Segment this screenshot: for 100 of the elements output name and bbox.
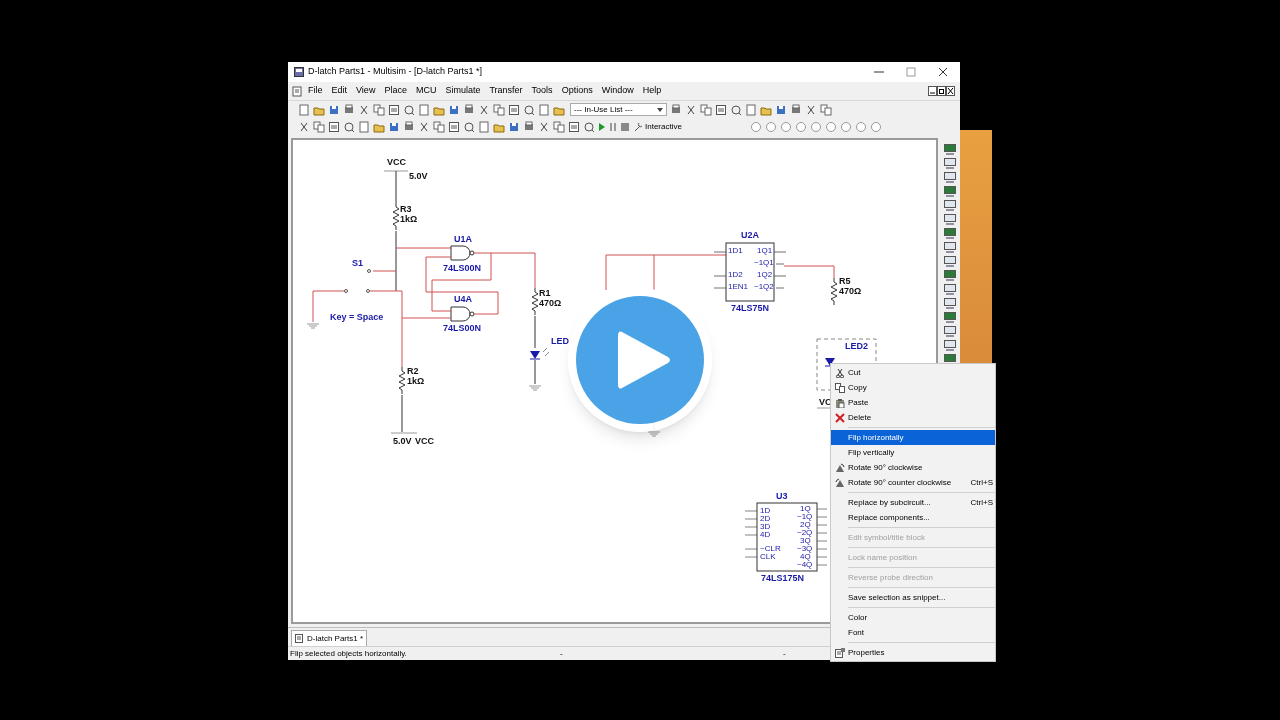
menu-item[interactable]: MCU xyxy=(411,84,441,98)
context-menu-item[interactable]: Replace by subcircuit... Ctrl+S xyxy=(831,495,995,510)
instrument-icon[interactable] xyxy=(944,326,956,338)
instrument-icon[interactable] xyxy=(944,312,956,324)
tool-icon[interactable] xyxy=(403,121,415,133)
in-use-list-dropdown[interactable]: --- In-Use List --- xyxy=(570,103,667,116)
tool-icon[interactable] xyxy=(478,103,490,116)
tool-icon[interactable] xyxy=(523,103,535,116)
probe-icon[interactable] xyxy=(854,121,867,133)
menu-item[interactable]: Tools xyxy=(527,84,557,98)
context-menu-item[interactable]: Properties xyxy=(831,645,995,660)
mdi-controls-icon[interactable] xyxy=(928,86,956,96)
tool-icon[interactable] xyxy=(328,121,340,133)
instrument-icon[interactable] xyxy=(944,158,956,170)
probe-icon[interactable] xyxy=(749,121,762,133)
tool-icon[interactable] xyxy=(820,103,832,116)
context-menu-item[interactable]: Flip horizontally xyxy=(831,430,995,445)
tool-icon[interactable] xyxy=(715,103,727,116)
instrument-icon[interactable] xyxy=(944,172,956,184)
instrument-icon[interactable] xyxy=(944,214,956,226)
tool-icon[interactable] xyxy=(358,103,370,116)
tool-icon[interactable] xyxy=(553,121,565,133)
instrument-icon[interactable] xyxy=(944,284,956,296)
tool-icon[interactable] xyxy=(358,121,370,133)
tool-icon[interactable] xyxy=(508,121,520,133)
tool-icon[interactable] xyxy=(775,103,787,116)
tool-icon[interactable] xyxy=(433,121,445,133)
tool-icon[interactable] xyxy=(538,103,550,116)
close-icon[interactable] xyxy=(938,67,948,77)
instrument-icon[interactable] xyxy=(944,256,956,268)
run-icon[interactable] xyxy=(598,122,606,132)
tool-icon[interactable] xyxy=(685,103,697,116)
context-menu-item[interactable]: Rotate 90° counter clockwise Ctrl+S xyxy=(831,475,995,490)
context-menu-item[interactable]: Paste xyxy=(831,395,995,410)
menu-item[interactable]: Help xyxy=(638,84,666,98)
stop-icon[interactable] xyxy=(620,122,630,132)
instrument-icon[interactable] xyxy=(944,340,956,352)
menu-item[interactable]: Edit xyxy=(327,84,352,98)
tool-icon[interactable] xyxy=(298,121,310,133)
tool-icon[interactable] xyxy=(493,103,505,116)
probe-icon[interactable] xyxy=(839,121,852,133)
instrument-icon[interactable] xyxy=(944,228,956,240)
tool-icon[interactable] xyxy=(493,121,505,133)
context-menu-item[interactable]: Cut xyxy=(831,365,995,380)
menu-item[interactable]: Simulate xyxy=(441,84,485,98)
tool-icon[interactable] xyxy=(343,103,355,116)
context-menu-item[interactable]: Font xyxy=(831,625,995,640)
tool-icon[interactable] xyxy=(448,103,460,116)
tool-icon[interactable] xyxy=(538,121,550,133)
probe-icon[interactable] xyxy=(824,121,837,133)
tool-icon[interactable] xyxy=(388,121,400,133)
probe-icon[interactable] xyxy=(764,121,777,133)
tool-icon[interactable] xyxy=(343,121,355,133)
tool-icon[interactable] xyxy=(463,103,475,116)
probe-icon[interactable] xyxy=(794,121,807,133)
tool-icon[interactable] xyxy=(448,121,460,133)
tool-icon[interactable] xyxy=(523,121,535,133)
tool-icon[interactable] xyxy=(805,103,817,116)
instrument-icon[interactable] xyxy=(944,200,956,212)
context-menu-item[interactable]: Delete xyxy=(831,410,995,425)
tool-icon[interactable] xyxy=(700,103,712,116)
menu-item[interactable]: File xyxy=(304,84,327,98)
context-menu-item[interactable]: Save selection as snippet... xyxy=(831,590,995,605)
tool-icon[interactable] xyxy=(730,103,742,116)
probe-icon[interactable] xyxy=(779,121,792,133)
instrument-icon[interactable] xyxy=(944,144,956,156)
menu-item[interactable]: Transfer xyxy=(485,84,527,98)
menu-item[interactable]: Place xyxy=(380,84,411,98)
tool-icon[interactable] xyxy=(418,121,430,133)
context-menu-item[interactable]: Copy xyxy=(831,380,995,395)
document-tab[interactable]: D-latch Parts1 * xyxy=(291,630,368,646)
tool-icon[interactable] xyxy=(463,121,475,133)
interactive-mode-button[interactable]: Interactive xyxy=(633,121,682,133)
probe-icon[interactable] xyxy=(869,121,882,133)
context-menu-item[interactable]: Rotate 90° clockwise xyxy=(831,460,995,475)
tool-icon[interactable] xyxy=(790,103,802,116)
tool-icon[interactable] xyxy=(478,121,490,133)
probe-icon[interactable] xyxy=(809,121,822,133)
instrument-icon[interactable] xyxy=(944,298,956,310)
tool-icon[interactable] xyxy=(328,103,340,116)
tool-icon[interactable] xyxy=(313,121,325,133)
tool-icon[interactable] xyxy=(418,103,430,116)
instrument-icon[interactable] xyxy=(944,242,956,254)
tool-icon[interactable] xyxy=(583,121,595,133)
menu-item[interactable]: Options xyxy=(557,84,597,98)
tool-icon[interactable] xyxy=(373,103,385,116)
tool-icon[interactable] xyxy=(388,103,400,116)
tool-icon[interactable] xyxy=(568,121,580,133)
tool-icon[interactable] xyxy=(745,103,757,116)
instrument-icon[interactable] xyxy=(944,270,956,282)
tool-icon[interactable] xyxy=(403,103,415,116)
context-menu-item[interactable]: Color xyxy=(831,610,995,625)
tool-icon[interactable] xyxy=(373,121,385,133)
tool-icon[interactable] xyxy=(670,103,682,116)
tool-icon[interactable] xyxy=(508,103,520,116)
menu-item[interactable]: View xyxy=(352,84,380,98)
menu-item[interactable]: Window xyxy=(597,84,638,98)
tool-icon[interactable] xyxy=(298,103,310,116)
instrument-icon[interactable] xyxy=(944,186,956,198)
context-menu-item[interactable]: Replace components... xyxy=(831,510,995,525)
